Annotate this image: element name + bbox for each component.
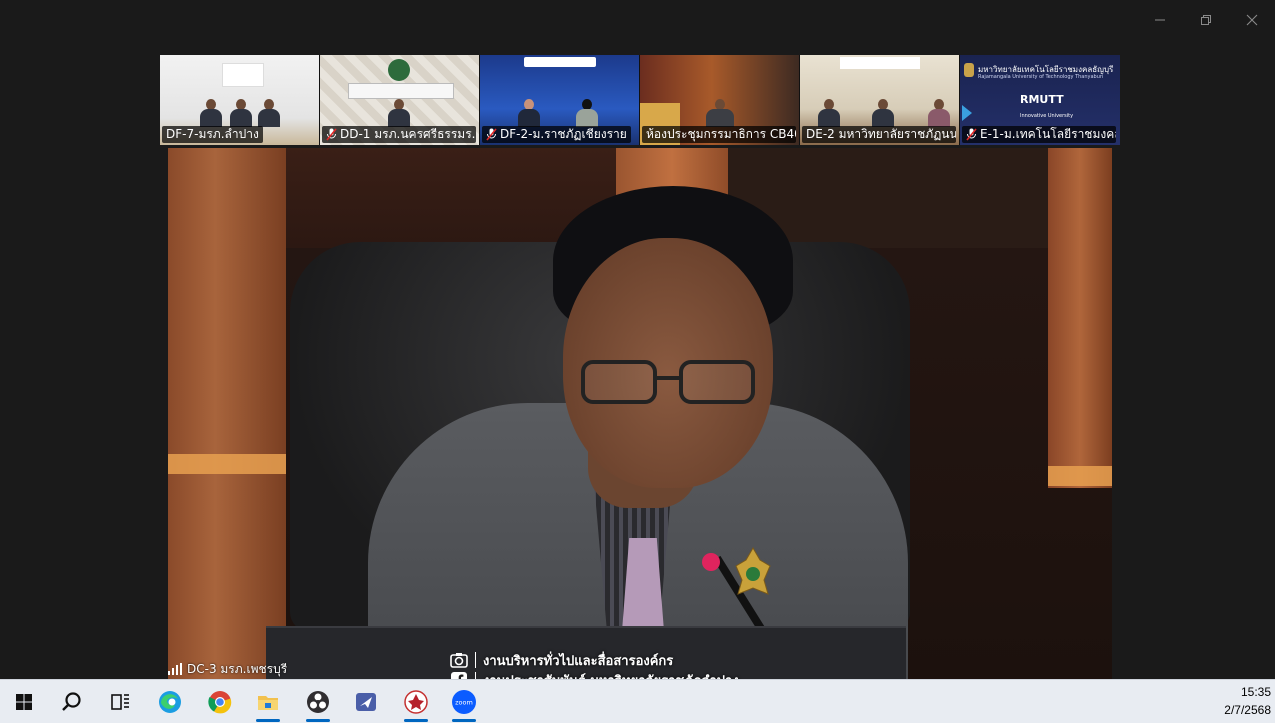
lapel-emblem-icon (735, 547, 771, 595)
obs-taskbar-button[interactable] (296, 680, 340, 723)
participant-figure (928, 99, 950, 127)
participant-figure (576, 99, 598, 127)
rmutt-subtitle: Rajamangala University of Technology Tha… (978, 74, 1104, 80)
participant-name-text: DD-1 มรภ.นครศรีธรรมร... (340, 127, 476, 141)
participant-figure (518, 99, 540, 127)
overlay-row: งานบริหารทั่วไปและสื่อสารองค์กร (450, 650, 739, 670)
banner (524, 57, 596, 67)
clock-time: 15:35 (1240, 685, 1271, 699)
separator (475, 652, 476, 668)
windows-start-icon (16, 693, 32, 710)
feedback-app-icon (356, 692, 376, 711)
system-clock[interactable]: 15:35 2/7/2568 (1224, 683, 1271, 719)
participant-name: DF-7-มรภ.ลำปาง (162, 126, 263, 143)
logo-emblem (388, 59, 410, 81)
signal-strength-icon (168, 663, 182, 675)
participant-tile[interactable]: DF-7-มรภ.ลำปาง (160, 55, 320, 145)
rmutt-tagline: Innovative University (1020, 113, 1074, 119)
participant-name: ห้องประชุมกรรมาธิการ CB406 (642, 126, 796, 143)
task-view-button[interactable] (98, 680, 142, 723)
overlay-line1: งานบริหารทั่วไปและสื่อสารองค์กร (483, 653, 674, 669)
play-arrow-icon (962, 105, 972, 121)
emblem-app-icon (404, 689, 428, 714)
participant-name: DD-1 มรภ.นครศรีธรรมร... (322, 126, 476, 143)
participant-figure (200, 99, 222, 127)
speaker-name-label: DC-3 มรภ.เพชรบุรี (168, 660, 287, 678)
participant-name-text: DF-7-มรภ.ลำปาง (166, 127, 259, 141)
participant-gallery: DF-7-มรภ.ลำปาง DD-1 มรภ.นครศรีธรรมร... D… (160, 55, 1120, 145)
participant-name: E-1-ม.เทคโนโลยีราชมงคล... (962, 126, 1116, 143)
banner (840, 57, 920, 69)
close-button[interactable] (1229, 8, 1275, 32)
participant-tile[interactable]: DF-2-ม.ราชภัฏเชียงราย (480, 55, 640, 145)
obs-icon (307, 690, 329, 713)
edge-icon (159, 690, 181, 713)
chrome-taskbar-button[interactable] (198, 680, 242, 723)
participant-name-text: DE-2 มหาวิทยาลัยราชภัฏนน... (806, 127, 956, 141)
minimize-icon (1155, 19, 1165, 21)
zoom-taskbar-button[interactable]: zoom (442, 680, 486, 723)
wall-light-left (168, 454, 286, 474)
participant-tile[interactable]: DE-2 มหาวิทยาลัยราชภัฏนน... (800, 55, 960, 145)
muted-mic-icon (326, 128, 337, 141)
start-button[interactable] (2, 680, 46, 723)
participant-name-text: ห้องประชุมกรรมาธิการ CB406 (646, 127, 796, 141)
participant-figure (388, 99, 410, 127)
search-button[interactable] (50, 680, 94, 723)
file-explorer-icon (258, 695, 278, 710)
university-emblem (964, 63, 974, 77)
minimize-button[interactable] (1137, 8, 1183, 32)
muted-mic-icon (966, 128, 977, 141)
logo-board (222, 63, 264, 87)
microphone-icon (702, 553, 720, 571)
emblem-app-taskbar-button[interactable] (394, 680, 438, 723)
speaker-name-text: DC-3 มรภ.เพชรบุรี (187, 662, 288, 676)
close-icon (1246, 14, 1258, 26)
participant-name-text: E-1-ม.เทคโนโลยีราชมงคล... (980, 127, 1116, 141)
participant-figure (230, 99, 252, 127)
restore-button[interactable] (1183, 8, 1229, 32)
rmutt-logo: RMUTT (1020, 93, 1064, 106)
zoom-logo-text: zoom (455, 698, 473, 706)
file-explorer-taskbar-button[interactable] (246, 680, 290, 723)
participant-tile[interactable]: DD-1 มรภ.นครศรีธรรมร... (320, 55, 480, 145)
participant-figure (258, 99, 280, 127)
muted-mic-icon (486, 128, 497, 141)
camera-icon (450, 653, 468, 668)
clock-date: 2/7/2568 (1224, 703, 1271, 717)
task-view-icon (111, 693, 129, 710)
wood-wall-left (168, 148, 286, 679)
participant-name: DE-2 มหาวิทยาลัยราชภัฏนน... (802, 126, 956, 143)
search-icon (62, 691, 81, 711)
participant-figure (818, 99, 840, 127)
participant-figure (706, 99, 734, 127)
zoom-icon: zoom (452, 689, 476, 714)
active-speaker-video[interactable] (168, 148, 1112, 679)
taskbar: zoom 15:35 2/7/2568 (0, 679, 1275, 723)
participant-tile[interactable]: มหาวิทยาลัยเทคโนโลยีราชมงคลธัญบุรี Rajam… (960, 55, 1120, 145)
participant-name-text: DF-2-ม.ราชภัฏเชียงราย (500, 127, 627, 141)
participant-tile[interactable]: ห้องประชุมกรรมาธิการ CB406 (640, 55, 800, 145)
window-controls (1137, 8, 1275, 32)
glasses (581, 360, 755, 404)
wood-wall-right (1048, 148, 1112, 488)
edge-taskbar-button[interactable] (148, 680, 192, 723)
participant-figure (872, 99, 894, 127)
feedback-app-taskbar-button[interactable] (344, 680, 388, 723)
chrome-icon (208, 690, 232, 713)
wall-light-right (1048, 466, 1112, 486)
participant-name: DF-2-ม.ราชภัฏเชียงราย (482, 126, 631, 143)
restore-icon (1201, 15, 1211, 25)
banner (348, 83, 454, 99)
